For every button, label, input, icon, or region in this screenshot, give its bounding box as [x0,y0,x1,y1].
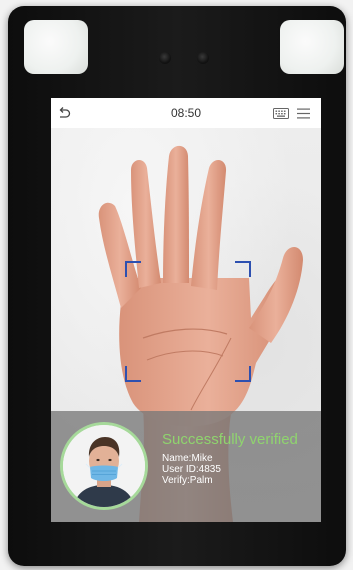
keyboard-icon[interactable] [273,108,289,119]
scan-frame-corner-bottom-right [235,366,251,382]
verification-result-panel: Successfully verified Name:Mike User ID:… [51,411,321,522]
verification-status: Successfully verified [162,431,298,448]
status-bar: 08:50 [51,98,321,129]
camera-lens-left [159,52,171,64]
camera-lens-right [197,52,209,64]
verify-method: Verify:Palm [162,475,213,486]
menu-icon[interactable] [297,108,310,119]
scan-frame-corner-top-left [125,261,141,277]
user-photo [63,425,145,507]
fill-light-left [24,20,88,74]
user-avatar [63,425,145,507]
user-id: User ID:4835 [162,464,221,475]
fill-light-right [280,20,344,74]
scan-frame-corner-bottom-left [125,366,141,382]
device-screen: 08:50 Successfully verified Name:Mike Us… [51,98,321,522]
user-name: Name:Mike [162,453,213,464]
scan-frame-corner-top-right [235,261,251,277]
